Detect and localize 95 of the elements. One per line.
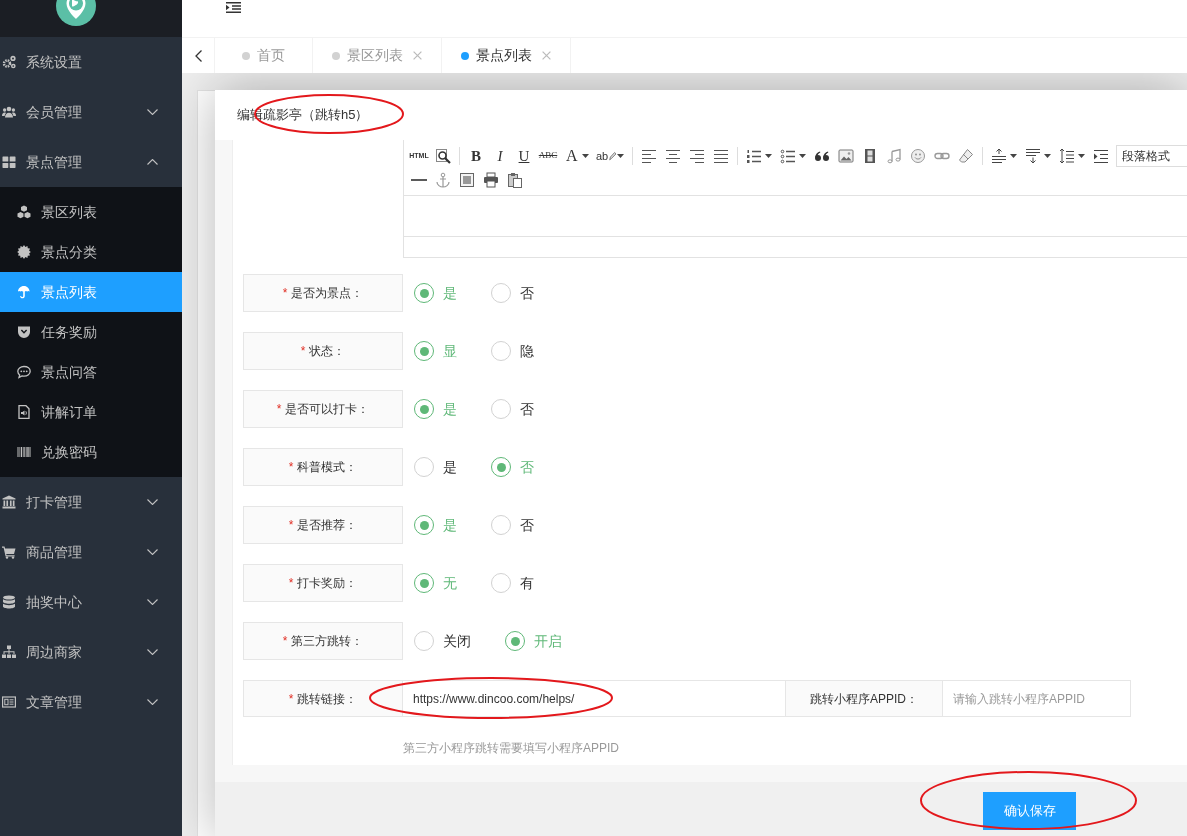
bulleted-list-icon[interactable]: [780, 148, 796, 164]
film-icon[interactable]: [862, 148, 878, 164]
chevron-left-icon: [194, 49, 202, 62]
sidebar-item[interactable]: 抽奖中心: [0, 577, 182, 627]
caret-down-icon[interactable]: [1078, 154, 1085, 158]
sidebar-item[interactable]: 文章管理: [0, 677, 182, 727]
caret-down-icon[interactable]: [1010, 154, 1017, 158]
cubes-icon: [17, 205, 31, 219]
sidebar-item[interactable]: 会员管理: [0, 87, 182, 137]
caret-down-icon[interactable]: [799, 154, 806, 158]
music-note-icon[interactable]: [886, 148, 902, 164]
radio-option[interactable]: 否: [491, 398, 534, 420]
strikethrough-button[interactable]: ABC: [536, 145, 560, 167]
numbered-list-icon[interactable]: [746, 148, 762, 164]
radio-option[interactable]: 关闭: [414, 630, 471, 652]
clipboard-icon[interactable]: [507, 172, 523, 188]
dot-icon: [332, 51, 340, 60]
document-icon: [17, 405, 31, 419]
required-mark: *: [288, 575, 294, 592]
text-input[interactable]: https://www.dincoo.com/helps/: [402, 680, 786, 717]
field-label: 是否推荐：: [297, 517, 358, 534]
radio-option[interactable]: 有: [491, 572, 534, 594]
indent-icon[interactable]: [1093, 148, 1109, 164]
cart-icon: [2, 545, 16, 559]
sidebar-item[interactable]: 商品管理: [0, 527, 182, 577]
starburst-icon: [17, 245, 31, 259]
field-label: 打卡奖励：: [297, 575, 358, 592]
spacing-top-icon[interactable]: [991, 148, 1007, 164]
sidebar-subitem[interactable]: 景点分类: [0, 232, 182, 272]
shield-icon: [17, 325, 31, 339]
barcode-icon: [17, 445, 31, 459]
caret-down-icon[interactable]: [617, 154, 625, 158]
align-left-icon[interactable]: [641, 148, 657, 164]
newspaper-icon: [2, 695, 16, 709]
spacing-bottom-icon[interactable]: [1025, 148, 1041, 164]
field-label: 是否为景点：: [291, 285, 364, 302]
radio-option[interactable]: 否: [491, 282, 534, 304]
chat-bubble-icon: [17, 365, 31, 379]
magnifier-icon[interactable]: [435, 148, 451, 164]
bold-button[interactable]: B: [464, 145, 488, 167]
sitemap-icon: [2, 645, 16, 659]
dot-icon: [242, 51, 250, 60]
highlight-button[interactable]: ab: [594, 145, 628, 167]
database-icon: [2, 595, 16, 609]
sidebar-item[interactable]: 系统设置: [0, 37, 182, 87]
required-mark: *: [300, 343, 306, 360]
field-label: 是否可以打卡：: [285, 401, 370, 418]
radio-option[interactable]: 是: [414, 456, 457, 478]
align-justify-icon[interactable]: [713, 148, 729, 164]
caret-down-icon[interactable]: [581, 154, 589, 158]
sidebar-item[interactable]: 周边商家: [0, 627, 182, 677]
umbrella-icon: [17, 285, 31, 299]
required-mark: *: [282, 633, 288, 650]
pen-icon: [609, 151, 617, 161]
users-icon: [2, 105, 16, 119]
align-right-icon[interactable]: [689, 148, 705, 164]
radio-option[interactable]: 否: [491, 514, 534, 536]
required-mark: *: [288, 517, 294, 534]
caret-down-icon[interactable]: [765, 154, 772, 158]
field-label: 状态：: [309, 343, 346, 360]
required-mark: *: [288, 459, 294, 476]
sidebar-subitem[interactable]: 任务奖励: [0, 312, 182, 352]
field-label: 跳转链接：: [297, 690, 358, 708]
required-mark: *: [276, 401, 282, 418]
dot-icon: [461, 51, 469, 60]
sidebar-item[interactable]: 景点管理: [0, 137, 182, 187]
required-mark: *: [282, 285, 288, 302]
grid-icon: [2, 155, 16, 169]
sidebar-subitem[interactable]: 讲解订单: [0, 392, 182, 432]
align-center-icon[interactable]: [665, 148, 681, 164]
image-icon[interactable]: [838, 148, 854, 164]
sidebar-item[interactable]: 打卡管理: [0, 477, 182, 527]
field-label: 跳转小程序APPID：: [810, 690, 918, 708]
sidebar-subitem[interactable]: 兑换密码: [0, 432, 182, 472]
field-label: 科普模式：: [297, 459, 358, 476]
font-color-button[interactable]: A: [560, 145, 594, 167]
sidebar-subitem[interactable]: 景点问答: [0, 352, 182, 392]
bank-icon: [2, 495, 16, 509]
picture-frame-icon[interactable]: [459, 172, 475, 188]
radio-option[interactable]: 隐: [491, 340, 534, 362]
format-select[interactable]: 段落格式: [1116, 145, 1187, 167]
caret-down-icon[interactable]: [1044, 154, 1051, 158]
underline-button[interactable]: U: [512, 145, 536, 167]
eraser-icon[interactable]: [958, 148, 974, 164]
required-mark: *: [288, 690, 294, 708]
indent-icon[interactable]: [226, 2, 241, 13]
field-label: 第三方跳转：: [291, 633, 364, 650]
text-input[interactable]: 请输入跳转小程序APPID: [942, 680, 1131, 717]
gears-icon: [2, 55, 16, 69]
printer-icon[interactable]: [483, 172, 499, 188]
sidebar-subitem[interactable]: 景区列表: [0, 192, 182, 232]
hint-text: 第三方小程序跳转需要填写小程序APPID: [403, 740, 619, 756]
italic-button[interactable]: I: [488, 145, 512, 167]
smiley-icon[interactable]: [910, 148, 926, 164]
line-height-icon[interactable]: [1059, 148, 1075, 164]
